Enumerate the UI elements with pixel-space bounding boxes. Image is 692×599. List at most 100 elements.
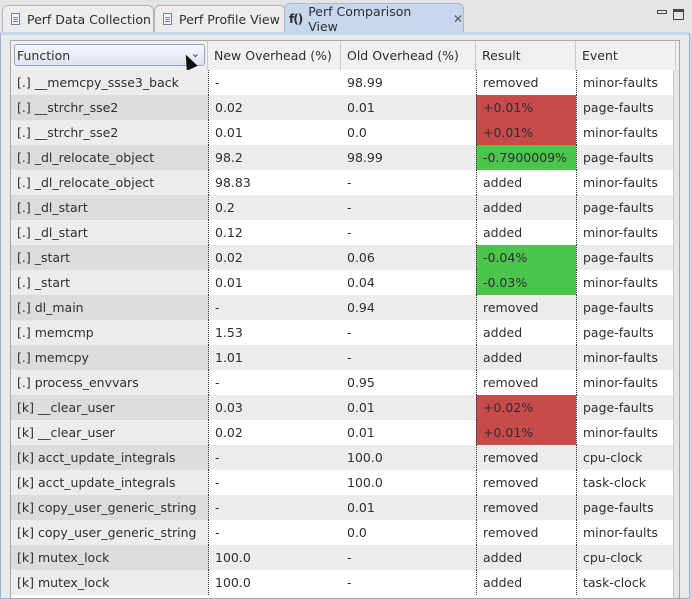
- function-cell: [k] acct_update_integrals: [11, 445, 208, 470]
- table-row[interactable]: [k] acct_update_integrals -100.0 removed ta…: [11, 470, 679, 495]
- new-overhead-cell: 100.0: [208, 545, 341, 570]
- result-cell: -0.03%: [476, 270, 576, 295]
- new-overhead-cell: 0.02: [208, 420, 341, 445]
- table-header: Function ⌄ New Overhead (%) Old Overhead…: [11, 41, 679, 71]
- function-cell: [k] copy_user_generic_string: [11, 495, 208, 520]
- tab-perf-profile-view[interactable]: Perf Profile View: [154, 5, 286, 32]
- table-row[interactable]: [.] _start 0.01 0.04 -0.03% minor-faults: [11, 270, 679, 295]
- table-row[interactable]: [k] __clear_user 0.03 0.01 +0.02% page-fault…: [11, 395, 679, 420]
- table-row[interactable]: [.] _dl_relocate_object 98.83- added minor-…: [11, 170, 679, 195]
- table-row[interactable]: [k] acct_update_integrals -100.0 removed cp…: [11, 445, 679, 470]
- old-overhead-cell: 0.01: [341, 395, 476, 420]
- table-row[interactable]: [k] __clear_user 0.02 0.01 +0.01% minor-faul…: [11, 420, 679, 445]
- function-column-selector[interactable]: Function ⌄: [14, 44, 205, 66]
- close-icon[interactable]: ✕: [453, 12, 463, 26]
- function-cell: [.] _dl_start: [11, 195, 208, 220]
- table-row[interactable]: [.] _dl_start 0.2- added page-faults: [11, 195, 679, 220]
- tab-label: Perf Data Collection: [27, 11, 151, 27]
- document-icon: [11, 13, 20, 25]
- table-row[interactable]: [k] copy_user_generic_string -0.01 removed…: [11, 495, 679, 520]
- event-cell: minor-faults: [576, 120, 676, 145]
- old-overhead-cell: 0.95: [341, 370, 476, 395]
- header-label: New Overhead (%): [214, 48, 332, 63]
- result-cell: added: [476, 170, 576, 195]
- event-cell: minor-faults: [576, 345, 676, 370]
- vertical-scrollbar[interactable]: [673, 70, 679, 598]
- function-column-header: Function ⌄: [11, 41, 208, 70]
- column-header-new-overhead[interactable]: New Overhead (%): [208, 41, 341, 70]
- old-overhead-cell: -: [341, 195, 476, 220]
- old-overhead-cell: 0.01: [341, 495, 476, 520]
- new-overhead-cell: 0.02: [208, 95, 341, 120]
- table-row[interactable]: [.] process_envvars -0.95 removed minor-fau…: [11, 370, 679, 395]
- event-cell: page-faults: [576, 145, 676, 170]
- function-cell: [.] _dl_start: [11, 220, 208, 245]
- table-row[interactable]: [k] mutex_lock 100.0- added cpu-clock: [11, 545, 679, 570]
- table-row[interactable]: [.] __strchr_sse2 0.01 0.0 +0.01% minor-faul…: [11, 120, 679, 145]
- result-cell: removed: [476, 520, 576, 545]
- table-row[interactable]: [.] __strchr_sse2 0.02 0.01 +0.01% page-faul…: [11, 95, 679, 120]
- column-header-event[interactable]: Event: [576, 41, 676, 70]
- result-cell: removed: [476, 470, 576, 495]
- function-cell: [.] _start: [11, 270, 208, 295]
- function-cell: [.] _dl_relocate_object: [11, 145, 208, 170]
- old-overhead-cell: 0.04: [341, 270, 476, 295]
- new-overhead-cell: 0.03: [208, 395, 341, 420]
- result-cell: +0.01%: [476, 95, 576, 120]
- event-cell: minor-faults: [576, 270, 676, 295]
- new-overhead-cell: -: [208, 445, 341, 470]
- function-cell: [k] mutex_lock: [11, 570, 208, 595]
- new-overhead-cell: -: [208, 470, 341, 495]
- tab-label: Perf Profile View: [179, 11, 280, 27]
- table-row[interactable]: [k] mutex_lock 100.0- added task-clock: [11, 570, 679, 595]
- new-overhead-cell: 0.12: [208, 220, 341, 245]
- event-cell: minor-faults: [576, 70, 676, 95]
- tab-perf-comparison-view[interactable]: f() Perf Comparison View ✕: [284, 3, 464, 34]
- event-cell: cpu-clock: [576, 445, 676, 470]
- function-cell: [.] memcmp: [11, 320, 208, 345]
- event-cell: minor-faults: [576, 370, 676, 395]
- result-cell: added: [476, 220, 576, 245]
- old-overhead-cell: -: [341, 220, 476, 245]
- table-row[interactable]: [.] memcpy 1.01- added minor-faults: [11, 345, 679, 370]
- table-row[interactable]: [.] dl_main -0.94 removed page-faults: [11, 295, 679, 320]
- new-overhead-cell: 1.01: [208, 345, 341, 370]
- result-cell: added: [476, 570, 576, 595]
- new-overhead-cell: -: [208, 495, 341, 520]
- function-icon: f(): [289, 11, 303, 26]
- tab-perf-data-collection[interactable]: Perf Data Collection: [2, 5, 154, 32]
- result-cell: added: [476, 320, 576, 345]
- old-overhead-cell: 0.01: [341, 420, 476, 445]
- old-overhead-cell: 100.0: [341, 445, 476, 470]
- function-selector-value: Function: [17, 47, 71, 63]
- result-cell: -0.04%: [476, 245, 576, 270]
- table-row[interactable]: [.] memcmp 1.53- added page-faults: [11, 320, 679, 345]
- event-cell: page-faults: [576, 495, 676, 520]
- result-cell: removed: [476, 70, 576, 95]
- old-overhead-cell: 0.94: [341, 295, 476, 320]
- event-cell: page-faults: [576, 320, 676, 345]
- column-header-old-overhead[interactable]: Old Overhead (%): [341, 41, 476, 70]
- old-overhead-cell: 98.99: [341, 70, 476, 95]
- event-cell: page-faults: [576, 245, 676, 270]
- function-cell: [.] _dl_relocate_object: [11, 170, 208, 195]
- maximize-icon[interactable]: [673, 9, 684, 20]
- table-row[interactable]: [k] copy_user_generic_string -0.0 removed m…: [11, 520, 679, 545]
- function-cell: [.] memcpy: [11, 345, 208, 370]
- new-overhead-cell: 0.01: [208, 120, 341, 145]
- function-cell: [k] __clear_user: [11, 420, 208, 445]
- old-overhead-cell: 100.0: [341, 470, 476, 495]
- table-row[interactable]: [.] __memcpy_ssse3_back -98.99 removed mino…: [11, 70, 679, 95]
- minimize-icon[interactable]: [657, 10, 667, 14]
- table-row[interactable]: [.] _dl_relocate_object 98.2 98.99 -0.79000…: [11, 145, 679, 170]
- old-overhead-cell: -: [341, 320, 476, 345]
- new-overhead-cell: -: [208, 295, 341, 320]
- table-row[interactable]: [.] _start 0.02 0.06 -0.04% page-faults: [11, 245, 679, 270]
- function-cell: [k] mutex_lock: [11, 545, 208, 570]
- function-cell: [k] acct_update_integrals: [11, 470, 208, 495]
- table-row[interactable]: [.] _dl_start 0.12- added minor-faults: [11, 220, 679, 245]
- column-header-result[interactable]: Result: [476, 41, 576, 70]
- old-overhead-cell: 0.0: [341, 520, 476, 545]
- result-cell: removed: [476, 295, 576, 320]
- header-label: Event: [582, 48, 618, 63]
